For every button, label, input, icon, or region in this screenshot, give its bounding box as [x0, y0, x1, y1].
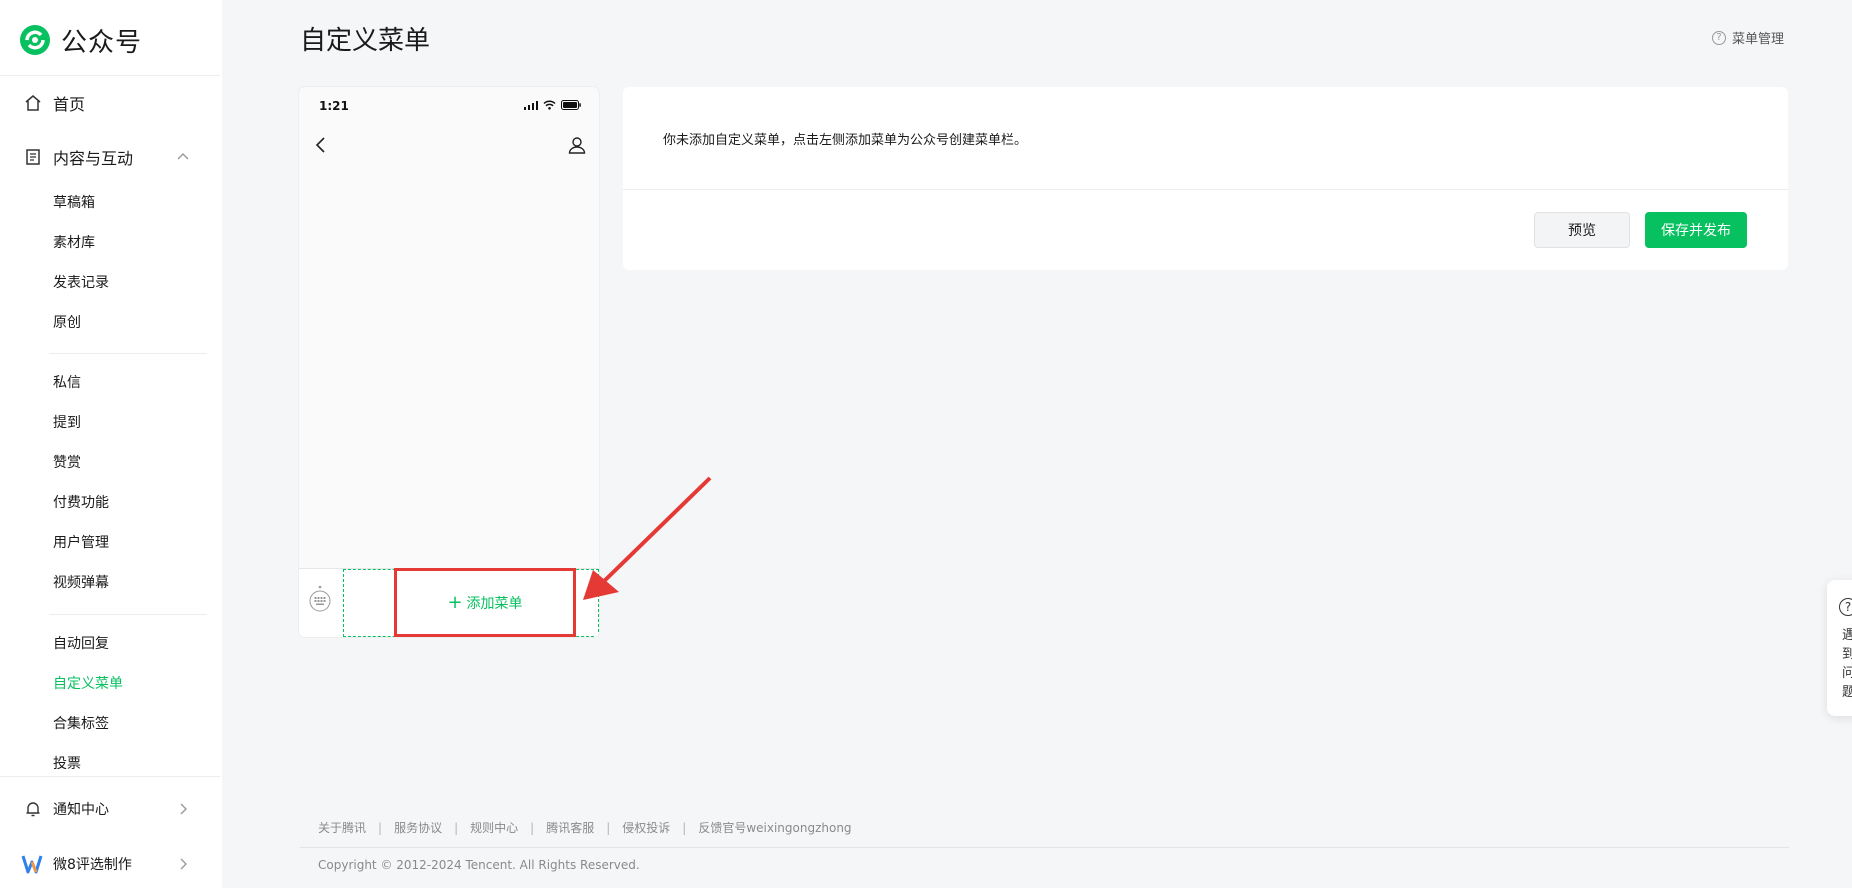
- footer-links: 关于腾讯 | 服务协议 | 规则中心 | 腾讯客服 | 侵权投诉 | 反馈官号w…: [318, 819, 852, 836]
- custom-menu-info-card: 你未添加自定义菜单，点击左侧添加菜单为公众号创建菜单栏。 预览 保存并发布: [623, 87, 1788, 270]
- preview-button[interactable]: 预览: [1534, 212, 1630, 248]
- question-icon: ?: [1711, 30, 1726, 45]
- separator: |: [378, 820, 383, 835]
- save-and-publish-button[interactable]: 保存并发布: [1645, 212, 1747, 248]
- sidebar-item-label: 内容与互动: [53, 149, 134, 168]
- sidebar: 公众号 首页 内容与互动 草稿箱 素材库 发表记录 原创 私信 提到 赞赏 付费…: [0, 0, 222, 888]
- add-menu-label: 添加菜单: [466, 595, 523, 612]
- sidebar-item-app[interactable]: 微8评选制作: [0, 847, 222, 881]
- sidebar-item-custom-menu[interactable]: 自定义菜单: [53, 672, 123, 696]
- sidebar-item-mentions[interactable]: 提到: [53, 411, 81, 435]
- footer-link-about[interactable]: 关于腾讯: [318, 819, 366, 836]
- signal-icon: [524, 100, 538, 110]
- wechat-official-account-logo-icon: [20, 25, 50, 55]
- sidebar-item-user-management[interactable]: 用户管理: [53, 531, 109, 555]
- status-icons: [524, 100, 581, 110]
- document-icon: [24, 148, 42, 166]
- chevron-up-icon: [177, 153, 189, 160]
- floating-help-widget[interactable]: ? 遇到问题: [1827, 580, 1852, 716]
- sidebar-item-label: 通知中心: [53, 802, 109, 818]
- sidebar-item-video-danmaku[interactable]: 视频弹幕: [53, 571, 109, 595]
- divider: [49, 353, 207, 354]
- empty-menu-message: 你未添加自定义菜单，点击左侧添加菜单为公众号创建菜单栏。: [663, 133, 1028, 148]
- phone-preview: 1:21: [299, 87, 599, 637]
- divider: [300, 847, 1789, 848]
- plus-icon: +: [447, 591, 463, 613]
- add-menu-button[interactable]: + 添加菜单: [394, 568, 576, 637]
- footer-link-infringement[interactable]: 侵权投诉: [622, 819, 670, 836]
- separator: |: [530, 820, 535, 835]
- bell-icon: [24, 800, 42, 818]
- sidebar-item-original[interactable]: 原创: [53, 311, 81, 335]
- divider: [0, 776, 220, 777]
- footer-link-terms[interactable]: 服务协议: [394, 819, 442, 836]
- sidebar-item-vote[interactable]: 投票: [53, 752, 81, 776]
- home-icon: [24, 94, 42, 112]
- battery-icon: [561, 100, 581, 110]
- sidebar-item-home[interactable]: 首页: [0, 86, 222, 120]
- back-chevron-icon[interactable]: [311, 135, 331, 155]
- separator: |: [606, 820, 611, 835]
- footer-link-rules[interactable]: 规则中心: [470, 819, 518, 836]
- sidebar-item-paid-features[interactable]: 付费功能: [53, 491, 109, 515]
- wifi-icon: [543, 100, 556, 110]
- divider: [0, 75, 220, 76]
- sidebar-item-collection-tags[interactable]: 合集标签: [53, 712, 109, 736]
- sidebar-item-rewards[interactable]: 赞赏: [53, 451, 81, 475]
- divider: [623, 189, 1788, 190]
- chevron-right-icon: [180, 858, 187, 870]
- sidebar-item-notifications[interactable]: 通知中心: [0, 792, 222, 826]
- chevron-right-icon: [180, 803, 187, 815]
- page-title: 自定义菜单: [300, 26, 431, 56]
- sidebar-item-drafts[interactable]: 草稿箱: [53, 191, 95, 215]
- status-time: 1:21: [319, 99, 349, 113]
- sidebar-item-label: 首页: [53, 95, 86, 114]
- footer-link-support[interactable]: 腾讯客服: [546, 819, 594, 836]
- menu-management-help-link[interactable]: ? 菜单管理: [1711, 28, 1784, 47]
- copyright: Copyright © 2012-2024 Tencent. All Right…: [318, 858, 640, 872]
- user-profile-icon[interactable]: [567, 135, 587, 155]
- keyboard-toggle-icon[interactable]: [309, 583, 331, 613]
- sidebar-item-label: 微8评选制作: [53, 857, 132, 873]
- sidebar-item-materials[interactable]: 素材库: [53, 231, 95, 255]
- separator: |: [682, 820, 687, 835]
- divider: [49, 614, 207, 615]
- sidebar-item-content[interactable]: 内容与互动: [0, 140, 222, 174]
- floating-help-text: 遇到问题: [1842, 628, 1852, 700]
- sidebar-item-publish-records[interactable]: 发表记录: [53, 271, 109, 295]
- help-label: 菜单管理: [1731, 32, 1784, 47]
- separator: |: [454, 820, 459, 835]
- sidebar-item-messages[interactable]: 私信: [53, 371, 81, 395]
- sidebar-item-auto-reply[interactable]: 自动回复: [53, 632, 109, 656]
- brand-name: 公众号: [61, 27, 143, 58]
- question-icon: ?: [1839, 598, 1852, 616]
- app-logo-icon: [20, 852, 44, 876]
- brand[interactable]: 公众号: [18, 22, 142, 58]
- footer-link-feedback[interactable]: 反馈官号weixingongzhong: [698, 819, 851, 836]
